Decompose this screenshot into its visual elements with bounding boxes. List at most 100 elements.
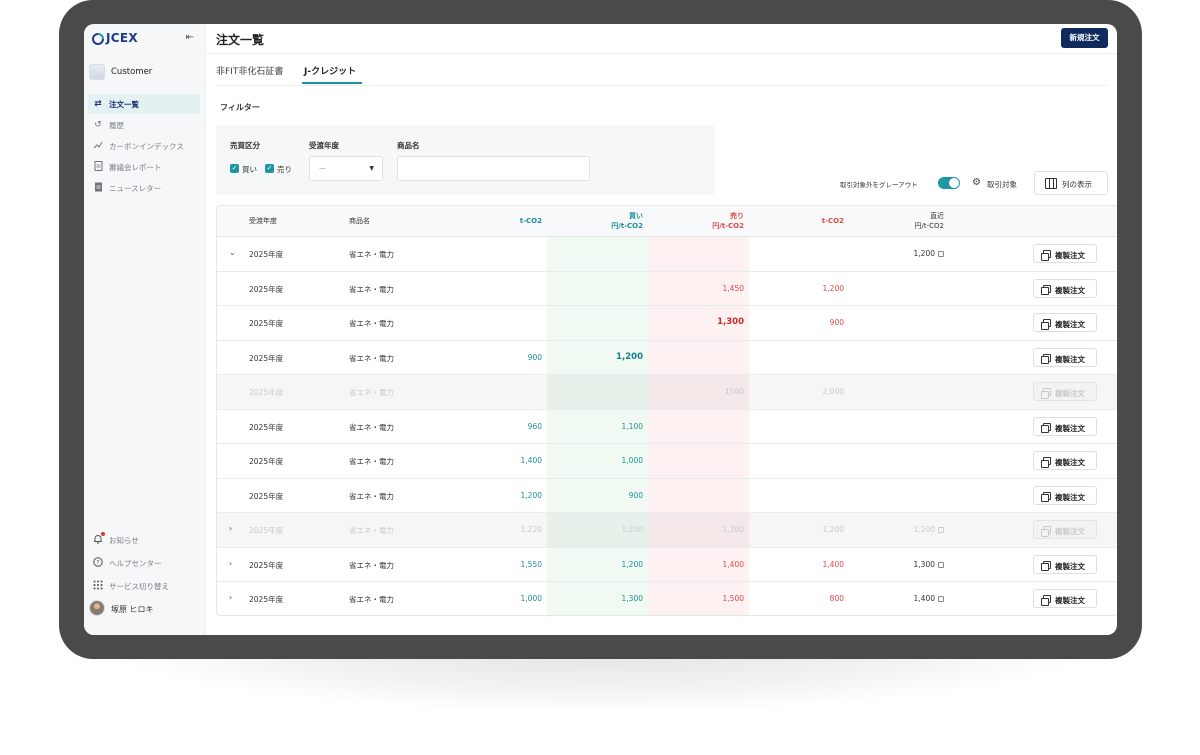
cell-buy-qty: 1,550	[520, 559, 542, 569]
cell-product: 省エネ・電力	[349, 388, 394, 397]
sidebar-item-newsletter[interactable]: ニュースレター	[88, 178, 200, 198]
copy-order-label: 複製注文	[1055, 458, 1085, 467]
copy-order-label: 複製注文	[1055, 596, 1085, 605]
copy-order-button[interactable]: 複製注文	[1033, 451, 1097, 470]
copy-order-button[interactable]: 複製注文	[1033, 244, 1097, 263]
col-header-sell-qty[interactable]: t-CO2	[822, 216, 844, 226]
filter-panel: 売買区分 ✓ 買い ✓ 売り 受渡年度 — ▼ 商品名	[216, 125, 715, 195]
sell-checkbox[interactable]: ✓ 売り	[265, 163, 297, 175]
page-title: 注文一覧	[216, 33, 265, 47]
tab-non-fit-certificate[interactable]: 非FIT非化石証書	[216, 64, 283, 77]
copy-order-button[interactable]: 複製注文	[1033, 589, 1097, 608]
sidebar-item-label: カーボンインデックス	[109, 142, 184, 151]
copy-order-button[interactable]: 複製注文	[1033, 347, 1097, 367]
col-header-year[interactable]: 受渡年度	[249, 216, 277, 226]
col-header-product[interactable]: 商品名	[349, 216, 370, 226]
table-row[interactable]: 2025年度 省エネ・電力 1,450 1,200 複製注文	[217, 272, 1117, 306]
buy-checkbox[interactable]: ✓ 買い	[230, 163, 262, 175]
copy-order-button[interactable]: 複製注文	[1033, 520, 1097, 539]
cell-sell-price: 1,400	[722, 559, 744, 569]
header-divider	[206, 53, 1117, 54]
expand-chevron-icon[interactable]: ›	[229, 559, 232, 568]
orders-table: 受渡年度 商品名 t-CO2 買い 円/t-CO2 売り 円/t-CO2 t-C…	[216, 205, 1117, 616]
col-header-sell-price-line1: 売り	[730, 212, 744, 220]
table-row[interactable]: 2025年度 省エネ・電力 1,200 900 複製注文	[217, 479, 1117, 513]
table-row[interactable]: 2025年度 省エネ・電力 1500 2,000 複製注文	[217, 375, 1117, 410]
sidebar-item-label: 履歴	[109, 121, 124, 130]
col-header-last-price[interactable]: 直近 円/t-CO2	[915, 211, 944, 231]
gray-out-toggle[interactable]	[938, 177, 960, 189]
sidebar-item-council-report[interactable]: 審議会レポート	[88, 157, 200, 177]
col-header-buy-price-line2: 円/t-CO2	[611, 222, 643, 230]
cell-year: 2025年度	[249, 319, 284, 328]
tab-j-credit[interactable]: J-クレジット	[304, 64, 356, 77]
user-menu[interactable]: 塚原 ヒロキ	[89, 600, 199, 618]
table-row[interactable]: ⌄ 2025年度 省エネ・電力 1,200 複製注文	[217, 237, 1117, 272]
gear-icon[interactable]: ⚙	[972, 177, 983, 188]
cell-buy-qty: 1,220	[520, 525, 542, 534]
last-price-value: 1,300	[913, 559, 935, 569]
copy-icon	[1041, 491, 1051, 502]
sell-checkbox-label: 売り	[277, 165, 292, 174]
cell-buy-qty: 1,000	[520, 594, 542, 603]
copy-icon	[1041, 595, 1051, 606]
cell-year: 2025年度	[249, 422, 284, 432]
cell-buy-price: 1,200	[621, 525, 643, 534]
product-filter-label: 商品名	[397, 141, 420, 150]
column-visibility-button[interactable]: 列の表示	[1034, 171, 1108, 195]
columns-icon	[1045, 178, 1057, 189]
main-content: 注文一覧 新規注文 非FIT非化石証書 J-クレジット フィルター 売買区分 ✓…	[206, 24, 1117, 635]
cell-buy-qty: 960	[527, 421, 542, 431]
table-row[interactable]: 2025年度 省エネ・電力 1,300 900 複製注文	[217, 306, 1117, 341]
collapse-sidebar-icon[interactable]: ⇤	[186, 32, 194, 43]
sidebar-item-help-center[interactable]: ? ヘルプセンター	[88, 552, 200, 574]
sidebar-item-service-switch[interactable]: サービス切り替え	[88, 575, 200, 597]
trade-type-label: 売買区分	[230, 141, 260, 150]
col-header-last-line1: 直近	[930, 212, 944, 220]
table-row[interactable]: 2025年度 省エネ・電力 900 1,200 複製注文	[217, 341, 1117, 375]
table-row[interactable]: › 2025年度 省エネ・電力 1,000 1,300 1,500 800 1,…	[217, 582, 1117, 615]
col-header-sell-price[interactable]: 売り 円/t-CO2	[712, 211, 744, 231]
newsletter-icon	[92, 182, 104, 194]
copy-order-button[interactable]: 複製注文	[1033, 382, 1097, 401]
sidebar-item-label: ヘルプセンター	[109, 559, 162, 568]
cell-sell-price: 1,450	[722, 283, 744, 293]
account-switcher[interactable]: Customer	[89, 64, 199, 82]
trade-target-label[interactable]: 取引対象	[987, 179, 1017, 190]
copy-order-button[interactable]: 複製注文	[1033, 416, 1097, 436]
sidebar-item-carbon-index[interactable]: カーボンインデックス	[88, 136, 200, 156]
expand-chevron-icon[interactable]: ›	[229, 593, 232, 602]
cell-year: 2025年度	[249, 388, 284, 397]
buy-checkbox-label: 買い	[242, 165, 257, 174]
new-order-button[interactable]: 新規注文	[1061, 28, 1108, 48]
cell-sell-price: 1500	[724, 387, 744, 396]
copy-order-label: 複製注文	[1055, 251, 1085, 260]
sidebar-item-notifications[interactable]: お知らせ	[88, 529, 200, 551]
cell-buy-price: 1,200	[616, 351, 643, 362]
cell-sell-qty: 1,400	[822, 559, 844, 569]
col-header-buy-price[interactable]: 買い 円/t-CO2	[611, 211, 643, 231]
expand-chevron-icon[interactable]: ⌄	[229, 248, 236, 257]
account-icon	[89, 64, 105, 80]
cell-last-price: 1,300	[914, 560, 944, 569]
copy-order-label: 複製注文	[1055, 320, 1085, 329]
product-search-input[interactable]	[397, 156, 590, 181]
table-row[interactable]: 2025年度 省エネ・電力 960 1,100 複製注文	[217, 410, 1117, 444]
sidebar-item-history[interactable]: ↺ 履歴	[88, 115, 200, 135]
last-price-value: 1,200	[913, 249, 935, 258]
copy-order-button[interactable]: 複製注文	[1033, 554, 1097, 574]
copy-order-button[interactable]: 複製注文	[1033, 278, 1097, 298]
sidebar-item-orders[interactable]: ⇄ 注文一覧	[88, 94, 200, 114]
table-row[interactable]: › 2025年度 省エネ・電力 1,550 1,200 1,400 1,400 …	[217, 548, 1117, 582]
copy-order-button[interactable]: 複製注文	[1033, 313, 1097, 332]
table-row[interactable]: › 2025年度 省エネ・電力 1,220 1,200 1,200 1,200 …	[217, 513, 1117, 548]
col-header-buy-qty[interactable]: t-CO2	[520, 216, 542, 226]
logo-row: JCEX ⇤	[92, 31, 198, 46]
last-price-value: 1,200	[913, 525, 935, 534]
table-row[interactable]: 2025年度 省エネ・電力 1,400 1,000 複製注文	[217, 444, 1117, 479]
cell-buy-qty: 1,200	[520, 490, 542, 500]
copy-order-button[interactable]: 複製注文	[1033, 485, 1097, 505]
cell-year: 2025年度	[249, 491, 284, 501]
year-select[interactable]: — ▼	[309, 156, 383, 181]
expand-chevron-icon[interactable]: ›	[229, 524, 232, 533]
